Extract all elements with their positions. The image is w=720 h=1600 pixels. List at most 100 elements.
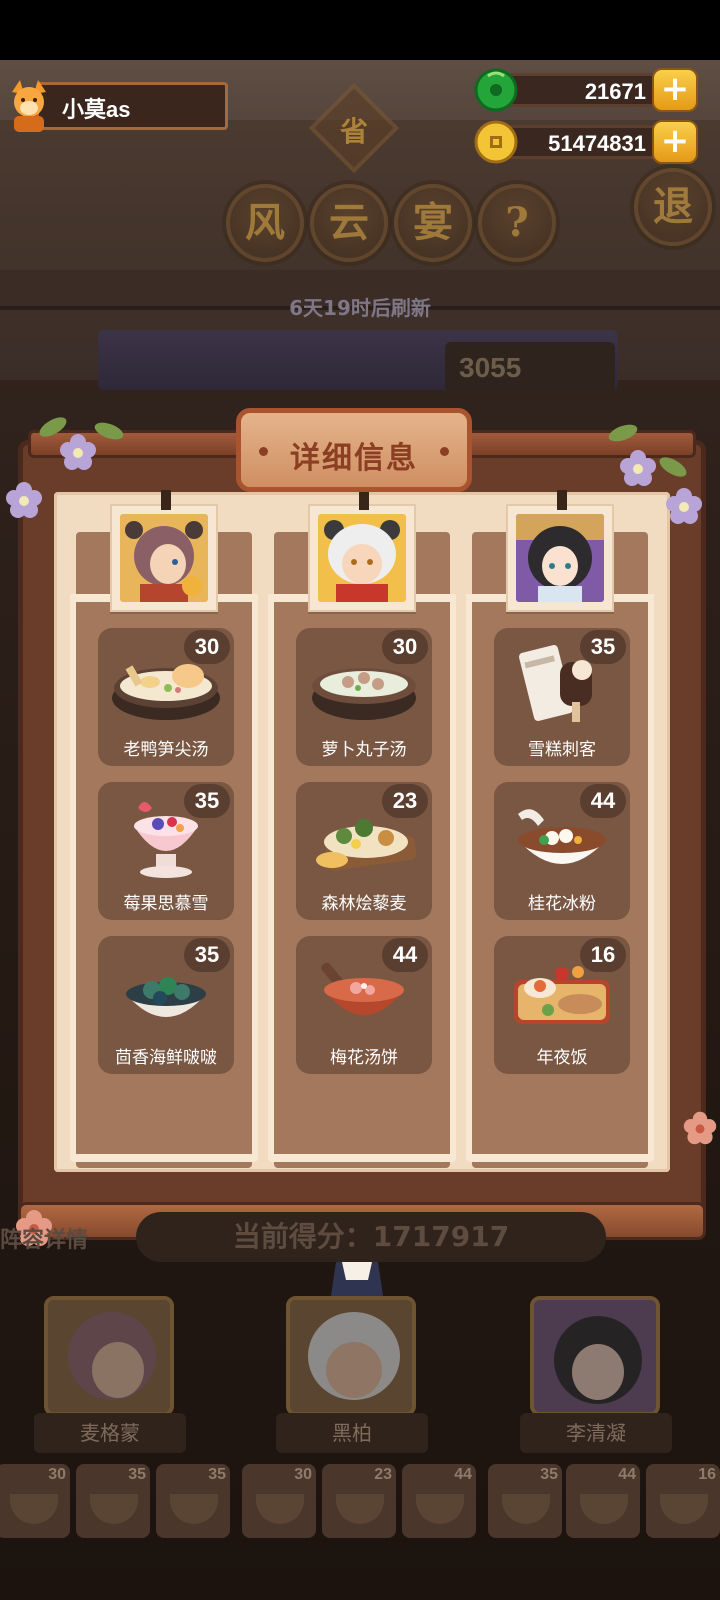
dish-card[interactable]: 35 茴香海鲜啵啵 [98, 936, 234, 1074]
character-portrait-3[interactable] [506, 490, 614, 612]
dish-name: 老鸭笋尖汤 [123, 740, 209, 760]
mini-dish-slot[interactable]: 35 [488, 1464, 562, 1538]
fox-avatar-icon [12, 80, 46, 132]
portrait-heibai-icon [318, 514, 406, 602]
column-post-left [70, 594, 76, 1160]
flower-icon [683, 1111, 717, 1145]
dish-card[interactable]: 35 莓果思慕雪 [98, 782, 234, 920]
mini-dish-slot[interactable]: 35 [76, 1464, 150, 1538]
title-char-1: 风 [226, 184, 304, 262]
mini-dish-slot[interactable]: 30 [0, 1464, 70, 1538]
player-name: 小莫as [62, 97, 131, 122]
mini-dish-slot[interactable]: 16 [646, 1464, 720, 1538]
column-rod-bottom [70, 1154, 258, 1162]
dish-value: 16 [580, 938, 626, 972]
mini-dish-value: 35 [208, 1466, 226, 1483]
flower-icon [620, 450, 656, 486]
column-post-right [252, 594, 258, 1160]
dish-card[interactable]: 44 桂花冰粉 [494, 782, 630, 920]
mini-dish-value: 44 [618, 1466, 636, 1483]
mini-dish-value: 35 [540, 1466, 558, 1483]
character-portrait-2[interactable] [308, 490, 416, 612]
dish-name: 萝卜丸子汤 [321, 740, 407, 760]
hero-liqingning-icon [534, 1300, 656, 1412]
add-jade-button[interactable]: + [652, 68, 698, 112]
dish-name: 桂花冰粉 [528, 894, 596, 914]
dish-value: 44 [382, 938, 428, 972]
coin-currency: 51474831 + [474, 120, 704, 164]
mini-dish-value: 30 [294, 1466, 312, 1483]
mini-dish-icon [502, 1494, 550, 1524]
dish-name: 莓果思慕雪 [123, 894, 209, 914]
hero-card-2[interactable] [286, 1296, 416, 1416]
dish-value: 44 [580, 784, 626, 818]
mini-dish-value: 44 [454, 1466, 472, 1483]
mini-dish-slot[interactable]: 30 [242, 1464, 316, 1538]
game-screen: 小莫as 21671 + 51474831 + 省 风 云 宴 ? 退 6天19… [0, 60, 720, 1600]
rank-badge: 省 [339, 115, 368, 148]
help-button[interactable]: ? [478, 184, 556, 262]
character-column-1: 30 老鸭笋尖汤 35 莓果思慕雪 35 茴香海鲜啵啵 [70, 490, 258, 1168]
title-char-3: 宴 [394, 184, 472, 262]
coin-value: 51474831 [548, 131, 646, 156]
dish-value: 35 [580, 630, 626, 664]
mini-dish-icon [170, 1494, 218, 1524]
hero-name-3: 李清凝 [520, 1413, 672, 1453]
top-score: 3055 [445, 342, 615, 392]
hero-maigemeng-icon [48, 1300, 170, 1412]
player-plate[interactable]: 小莫as [6, 80, 228, 132]
column-rod-bottom [268, 1154, 456, 1162]
dish-name: 梅花汤饼 [330, 1048, 398, 1068]
clip-icon [161, 490, 171, 510]
mini-dish-value: 30 [48, 1466, 66, 1483]
column-rod-bottom [466, 1154, 654, 1162]
hero-name-2: 黑柏 [276, 1413, 428, 1453]
add-coins-button[interactable]: + [652, 120, 698, 164]
column-post-left [268, 594, 274, 1160]
mini-dish-icon [660, 1494, 708, 1524]
mini-dish-value: 16 [698, 1466, 716, 1483]
mini-dish-slot[interactable]: 44 [402, 1464, 476, 1538]
dish-value: 35 [184, 938, 230, 972]
character-column-3: 35 雪糕刺客 44 桂花冰粉 16 年夜饭 [466, 490, 654, 1168]
dish-value: 35 [184, 784, 230, 818]
clip-icon [359, 490, 369, 510]
dish-card[interactable]: 44 梅花汤饼 [296, 936, 432, 1074]
hero-card-3[interactable] [530, 1296, 660, 1416]
flower-icon [60, 434, 96, 470]
mini-dish-value: 23 [374, 1466, 392, 1483]
dish-card[interactable]: 30 老鸭笋尖汤 [98, 628, 234, 766]
hero-name-1: 麦格蒙 [34, 1413, 186, 1453]
mini-dish-icon [256, 1494, 304, 1524]
clip-icon [557, 490, 567, 510]
column-post-left [466, 594, 472, 1160]
flower-icon [6, 482, 42, 518]
dish-value: 30 [184, 630, 230, 664]
dish-card[interactable]: 16 年夜饭 [494, 936, 630, 1074]
dish-name: 年夜饭 [536, 1048, 588, 1068]
detail-modal: 30 老鸭笋尖汤 35 莓果思慕雪 35 茴香海鲜啵啵 30 萝卜丸子汤 23 … [6, 408, 717, 1316]
mini-dish-slot[interactable]: 35 [156, 1464, 230, 1538]
gold-coin-icon [474, 120, 518, 164]
character-portrait-1[interactable] [110, 490, 218, 612]
modal-title: 详细信息 [290, 441, 418, 476]
mini-dish-slot[interactable]: 44 [566, 1464, 640, 1538]
column-post-right [450, 594, 456, 1160]
column-post-right [648, 594, 654, 1160]
exit-button[interactable]: 退 [634, 168, 712, 246]
dish-card[interactable]: 35 雪糕刺客 [494, 628, 630, 766]
mini-dish-icon [90, 1494, 138, 1524]
hero-card-1[interactable] [44, 1296, 174, 1416]
modal-title-plate: 详细信息 [236, 408, 472, 492]
dish-card[interactable]: 23 森林烩藜麦 [296, 782, 432, 920]
jade-currency: 21671 + [474, 68, 704, 112]
dish-value: 30 [382, 630, 428, 664]
portrait-liqingning-icon [516, 514, 604, 602]
character-column-2: 30 萝卜丸子汤 23 森林烩藜麦 44 梅花汤饼 [268, 490, 456, 1168]
dish-card[interactable]: 30 萝卜丸子汤 [296, 628, 432, 766]
mini-dish-value: 35 [128, 1466, 146, 1483]
mini-dish-icon [416, 1494, 464, 1524]
dish-value: 23 [382, 784, 428, 818]
mini-dish-slot[interactable]: 23 [322, 1464, 396, 1538]
dish-name: 茴香海鲜啵啵 [115, 1048, 217, 1068]
